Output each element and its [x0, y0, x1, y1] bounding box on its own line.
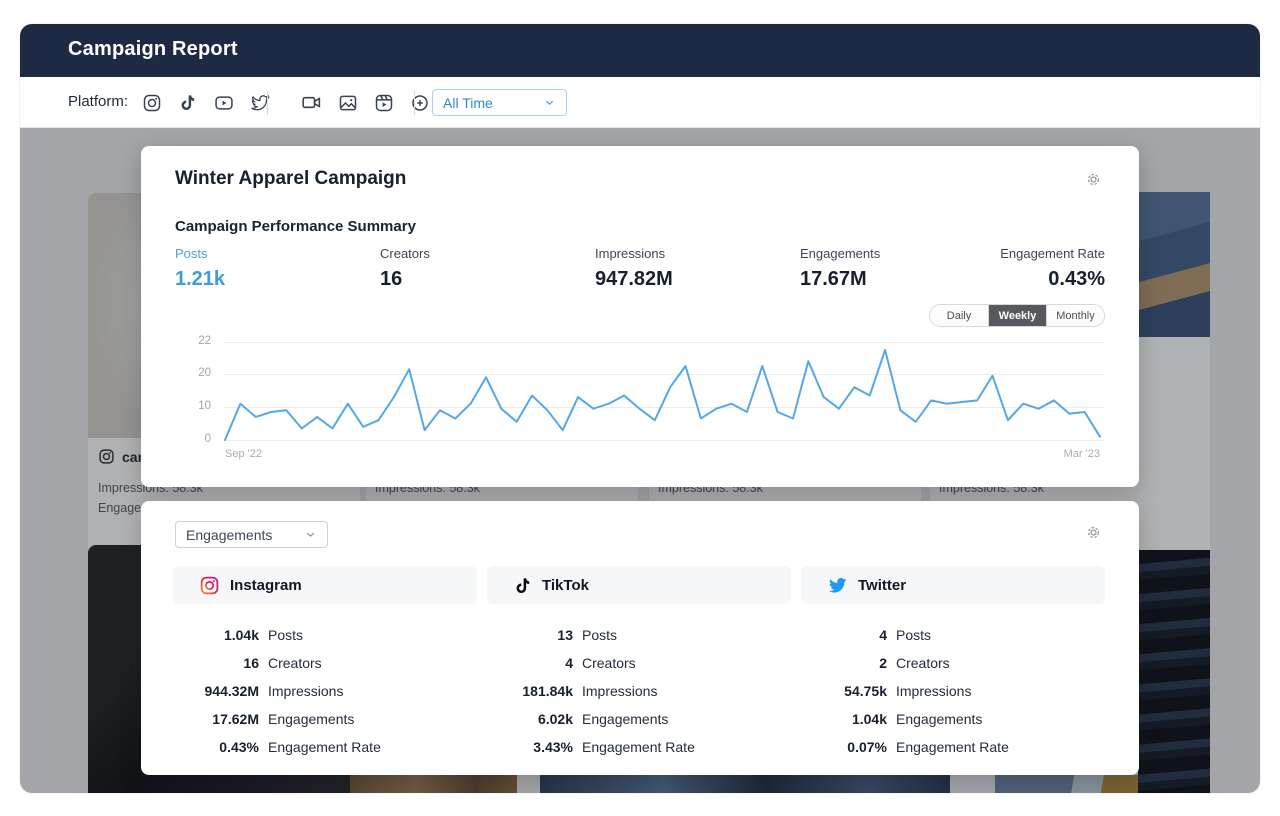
twitter-filter-icon[interactable] [246, 89, 273, 116]
performance-line-chart: 22 20 10 0 Sep '22 Mar '23 [171, 332, 1111, 464]
time-range-value: All Time [443, 95, 493, 111]
platform-column-twitter: Twitter 4Posts 2Creators 54.75kImpressio… [801, 566, 1105, 761]
platform-filter-group [138, 89, 273, 116]
line-series-svg [171, 332, 1111, 464]
settings-gear-icon[interactable] [1084, 523, 1103, 547]
twitter-header: Twitter [801, 566, 1105, 604]
stat-impressions: Impressions 947.82M [595, 246, 800, 291]
youtube-filter-icon[interactable] [210, 89, 237, 116]
twitter-stats: 4Posts 2Creators 54.75kImpressions 1.04k… [801, 621, 1105, 761]
platform-filter-label: Platform: [68, 93, 128, 110]
instagram-header: Instagram [173, 566, 477, 604]
platform-breakdown-card: Engagements Instagram 1.04kPosts 16Creat… [141, 501, 1139, 775]
time-range-select[interactable]: All Time [432, 89, 567, 116]
platform-column-instagram: Instagram 1.04kPosts 16Creators 944.32MI… [173, 566, 477, 761]
chevron-down-icon [543, 96, 556, 109]
toggle-weekly[interactable]: Weekly [988, 305, 1046, 326]
filter-toolbar: Platform: [20, 77, 1260, 128]
performance-line [225, 350, 1100, 440]
metric-select-value: Engagements [186, 527, 272, 543]
page-title: Campaign Report [68, 38, 238, 61]
app-header: Campaign Report [20, 24, 1260, 77]
stat-posts: Posts 1.21k [175, 246, 380, 291]
instagram-icon [199, 575, 220, 596]
media-type-filter-group [298, 89, 433, 116]
tiktok-filter-icon[interactable] [174, 89, 201, 116]
platform-column-tiktok: TikTok 13Posts 4Creators 181.84kImpressi… [487, 566, 791, 761]
metric-select[interactable]: Engagements [175, 521, 328, 548]
tiktok-stats: 13Posts 4Creators 181.84kImpressions 6.0… [487, 621, 791, 761]
tiktok-header: TikTok [487, 566, 791, 604]
video-filter-icon[interactable] [298, 89, 325, 116]
stat-creators: Creators 16 [380, 246, 595, 291]
campaign-report-window: Campaign Report Platform: [20, 24, 1260, 793]
tiktok-icon [513, 576, 532, 595]
range-toggle-group: Daily Weekly Monthly [929, 304, 1105, 327]
settings-gear-icon[interactable] [1084, 170, 1103, 194]
campaign-overview-card: Winter Apparel Campaign Campaign Perform… [141, 146, 1139, 487]
twitter-icon [827, 575, 848, 596]
campaign-title: Winter Apparel Campaign [175, 168, 406, 190]
stat-engagements: Engagements 17.67M [800, 246, 1000, 291]
reels-filter-icon[interactable] [370, 89, 397, 116]
stat-engagement-rate: Engagement Rate 0.43% [1000, 246, 1105, 291]
toolbar-divider [267, 91, 268, 115]
story-plus-filter-icon[interactable] [406, 89, 433, 116]
toggle-monthly[interactable]: Monthly [1046, 305, 1104, 326]
instagram-stats: 1.04kPosts 16Creators 944.32MImpressions… [173, 621, 477, 761]
summary-stats-row: Posts 1.21k Creators 16 Impressions 947.… [175, 246, 1105, 291]
chevron-down-icon [304, 528, 317, 541]
toolbar-divider [414, 91, 415, 115]
image-filter-icon[interactable] [334, 89, 361, 116]
instagram-filter-icon[interactable] [138, 89, 165, 116]
platform-columns: Instagram 1.04kPosts 16Creators 944.32MI… [173, 566, 1105, 761]
toggle-daily[interactable]: Daily [930, 305, 988, 326]
performance-summary-heading: Campaign Performance Summary [175, 218, 416, 235]
